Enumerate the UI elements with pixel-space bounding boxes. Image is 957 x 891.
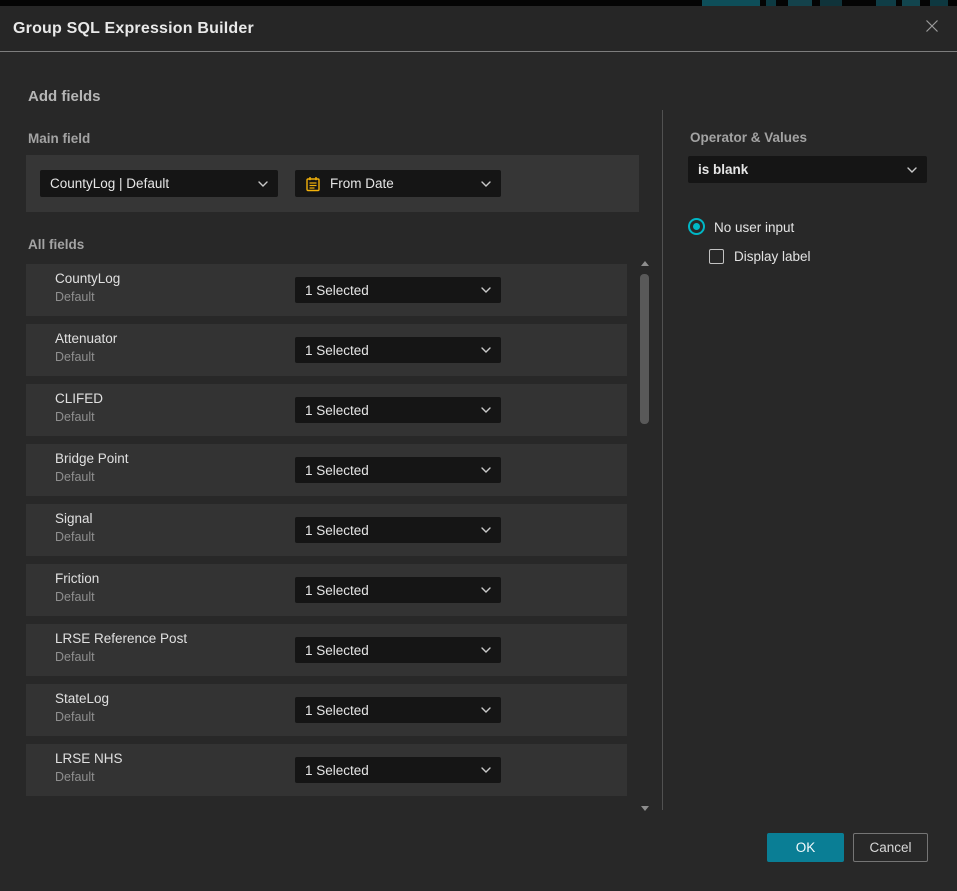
close-button[interactable] [923,19,941,37]
field-selected-dropdown[interactable]: 1 Selected [295,697,501,723]
field-selected-value: 1 Selected [305,703,473,718]
chevron-down-icon [258,181,268,187]
field-name: Bridge Point [55,451,129,466]
field-row-statelog: StateLog Default 1 Selected [26,684,627,736]
field-row-signal: Signal Default 1 Selected [26,504,627,556]
field-row-lrse-reference-post: LRSE Reference Post Default 1 Selected [26,624,627,676]
field-name: CLIFED [55,391,103,406]
main-field-panel: CountyLog | Default From Date [26,155,639,212]
chevron-down-icon [481,467,491,473]
display-label-label: Display label [734,249,811,264]
column-divider [662,110,663,810]
chevron-down-icon [481,587,491,593]
chevron-down-icon [481,647,491,653]
field-row-friction: Friction Default 1 Selected [26,564,627,616]
add-fields-heading: Add fields [28,88,101,105]
field-row-countylog: CountyLog Default 1 Selected [26,264,627,316]
chevron-down-icon [481,407,491,413]
field-name: Signal [55,511,93,526]
field-selected-dropdown[interactable]: 1 Selected [295,637,501,663]
field-selected-dropdown[interactable]: 1 Selected [295,457,501,483]
main-field-layer-dropdown-value: CountyLog | Default [50,176,250,191]
field-selected-dropdown[interactable]: 1 Selected [295,517,501,543]
field-selected-dropdown[interactable]: 1 Selected [295,577,501,603]
field-selected-value: 1 Selected [305,763,473,778]
chevron-down-icon [481,347,491,353]
field-selected-value: 1 Selected [305,283,473,298]
main-field-date-dropdown[interactable]: From Date [295,170,501,197]
calendar-icon [305,176,321,192]
scrollbar-thumb[interactable] [640,274,649,424]
field-sublabel: Default [55,650,95,664]
chevron-down-icon [481,527,491,533]
field-sublabel: Default [55,290,95,304]
field-name: LRSE NHS [55,751,123,766]
field-selected-value: 1 Selected [305,583,473,598]
field-name: CountyLog [55,271,120,286]
field-name: Friction [55,571,99,586]
no-user-input-radio[interactable] [688,218,705,235]
field-selected-dropdown[interactable]: 1 Selected [295,277,501,303]
all-fields-label: All fields [28,237,84,252]
main-field-label: Main field [28,131,90,146]
operator-values-label: Operator & Values [690,130,807,145]
field-selected-dropdown[interactable]: 1 Selected [295,397,501,423]
field-row-attenuator: Attenuator Default 1 Selected [26,324,627,376]
chevron-down-icon [481,767,491,773]
list-scrollbar[interactable] [639,258,651,814]
no-user-input-label: No user input [714,220,794,235]
field-sublabel: Default [55,470,95,484]
field-selected-value: 1 Selected [305,463,473,478]
field-selected-value: 1 Selected [305,343,473,358]
field-sublabel: Default [55,410,95,424]
dialog-titlebar: Group SQL Expression Builder [0,6,957,52]
field-name: LRSE Reference Post [55,631,187,646]
scroll-down-arrow-icon[interactable] [641,806,649,811]
main-field-layer-dropdown[interactable]: CountyLog | Default [40,170,278,197]
display-label-checkbox[interactable] [709,249,724,264]
operator-dropdown[interactable]: is blank [688,156,927,183]
chevron-down-icon [481,707,491,713]
field-row-bridge-point: Bridge Point Default 1 Selected [26,444,627,496]
ok-button[interactable]: OK [767,833,844,862]
field-sublabel: Default [55,350,95,364]
operator-dropdown-value: is blank [698,162,899,177]
field-sublabel: Default [55,590,95,604]
field-sublabel: Default [55,770,95,784]
sql-expression-builder-dialog: Group SQL Expression Builder Add fields … [0,6,957,891]
close-icon [924,18,940,39]
field-name: StateLog [55,691,109,706]
field-row-clifed: CLIFED Default 1 Selected [26,384,627,436]
field-selected-value: 1 Selected [305,643,473,658]
field-selected-value: 1 Selected [305,523,473,538]
cancel-button[interactable]: Cancel [853,833,928,862]
field-sublabel: Default [55,530,95,544]
dialog-title: Group SQL Expression Builder [13,6,254,51]
field-selected-dropdown[interactable]: 1 Selected [295,757,501,783]
chevron-down-icon [907,167,917,173]
field-selected-dropdown[interactable]: 1 Selected [295,337,501,363]
main-field-date-dropdown-value: From Date [330,176,473,191]
scroll-up-arrow-icon[interactable] [641,261,649,266]
chevron-down-icon [481,287,491,293]
field-sublabel: Default [55,710,95,724]
chevron-down-icon [481,181,491,187]
radio-selected-dot [693,223,700,230]
field-selected-value: 1 Selected [305,403,473,418]
field-row-lrse-nhs: LRSE NHS Default 1 Selected [26,744,627,796]
screen: Group SQL Expression Builder Add fields … [0,0,957,891]
field-name: Attenuator [55,331,117,346]
